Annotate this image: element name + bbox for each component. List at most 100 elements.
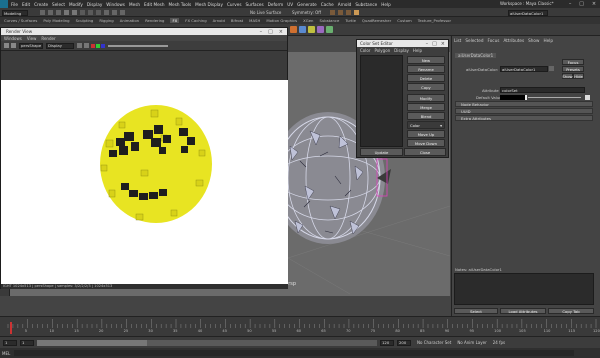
shelf-tab[interactable]: FX Caching <box>185 18 206 23</box>
menu-uv[interactable]: UV <box>287 2 293 7</box>
playback-start-field[interactable]: 1 <box>20 339 34 346</box>
redo-icon[interactable] <box>72 10 77 15</box>
render-icon[interactable] <box>330 10 335 15</box>
save-scene-icon[interactable] <box>56 10 61 15</box>
move-down-button[interactable]: Move Down <box>407 139 445 147</box>
range-handle[interactable] <box>37 339 147 346</box>
menu-windows[interactable]: Windows <box>106 2 125 7</box>
blend-button[interactable]: Blend <box>407 112 445 120</box>
ipr-icon[interactable] <box>11 43 16 48</box>
ae-menu-attributes[interactable]: Attributes <box>503 38 524 46</box>
ae-menu-help[interactable]: Help <box>543 38 553 46</box>
green-channel-icon[interactable] <box>96 43 100 48</box>
undo-icon[interactable] <box>64 10 69 15</box>
camera-selector[interactable]: persShape <box>19 42 43 49</box>
keep-image-icon[interactable] <box>84 43 89 48</box>
menu-cache[interactable]: Cache <box>321 2 334 7</box>
render-settings-icon[interactable] <box>346 10 351 15</box>
red-channel-icon[interactable] <box>91 43 95 48</box>
live-surface-label[interactable]: No Live Surface <box>250 10 281 15</box>
shelf-tab-active[interactable]: FX <box>170 18 180 23</box>
presets-button[interactable]: Presets <box>562 66 584 72</box>
section-uuid[interactable]: UUID <box>455 108 593 114</box>
render-image[interactable] <box>1 80 288 284</box>
maximize-icon[interactable]: □ <box>432 41 437 47</box>
node-name-input[interactable]: aiUserDataColor1 <box>500 66 548 72</box>
shelf-tab[interactable]: Arnold <box>213 18 225 23</box>
menu-mesh[interactable]: Mesh <box>129 2 140 7</box>
shelf-tab[interactable]: Turtle <box>345 18 356 23</box>
new-button[interactable]: New <box>407 56 445 64</box>
node-type-icon[interactable] <box>549 66 554 71</box>
mel-label[interactable]: MEL <box>2 351 10 356</box>
update-button[interactable]: Update <box>360 148 403 156</box>
fx-nhair-icon[interactable] <box>326 26 333 33</box>
slider-handle[interactable] <box>525 95 527 100</box>
color-type-dropdown[interactable]: Color ▾ <box>407 121 445 129</box>
minimize-icon[interactable]: – <box>426 41 429 47</box>
minimize-icon[interactable]: – <box>260 29 263 35</box>
fx-fluid-icon[interactable] <box>299 26 306 33</box>
new-scene-icon[interactable] <box>40 10 45 15</box>
select-hierarchy-icon[interactable] <box>80 10 85 15</box>
menu-view[interactable]: View <box>27 36 37 41</box>
close-button[interactable]: Close <box>404 148 446 156</box>
focus-button[interactable]: Focus <box>562 59 584 65</box>
snap-curve-icon[interactable] <box>112 10 117 15</box>
minimize-icon[interactable]: – <box>569 1 572 7</box>
load-attributes-button[interactable]: Load Attributes <box>500 308 546 314</box>
delete-button[interactable]: Delete <box>407 74 445 82</box>
show-button[interactable]: Show <box>562 73 573 79</box>
shelf-tab[interactable]: Rendering <box>145 18 164 23</box>
menu-mesh-tools[interactable]: Mesh Tools <box>169 2 192 7</box>
hide-button[interactable]: Hide <box>573 73 584 79</box>
notes-textarea[interactable] <box>454 273 594 305</box>
ae-menu-show[interactable]: Show <box>528 38 539 46</box>
blue-channel-icon[interactable] <box>101 43 105 48</box>
menu-display[interactable]: Display <box>87 2 102 7</box>
shelf-tab[interactable]: Custom <box>397 18 412 23</box>
range-end-field[interactable]: 120 <box>380 339 394 346</box>
menu-help[interactable]: Help <box>413 48 422 53</box>
menu-modify[interactable]: Modify <box>69 2 83 7</box>
menu-render[interactable]: Render <box>41 36 55 41</box>
color-set-editor-titlebar[interactable]: Color Set Editor – □ × <box>357 40 448 47</box>
shelf-tab[interactable]: Animation <box>120 18 139 23</box>
shelf-tab[interactable]: Motion Graphics <box>266 18 297 23</box>
section-extra-attributes[interactable]: Extra Attributes <box>455 115 593 121</box>
render-icon[interactable] <box>4 43 9 48</box>
shelf-tab[interactable]: Poly Modeling <box>43 18 69 23</box>
attribute-input[interactable]: colorSet <box>500 87 585 93</box>
maximize-icon[interactable]: □ <box>579 1 584 7</box>
anim-end-field[interactable]: 200 <box>397 339 411 346</box>
shelf-tab[interactable]: Rigging <box>99 18 113 23</box>
ae-menu-selected[interactable]: Selected <box>465 38 483 46</box>
menu-arnold[interactable]: Arnold <box>338 2 352 7</box>
workspace-selector[interactable]: Workspace : Maya Classic* <box>500 1 554 6</box>
close-icon[interactable]: × <box>441 41 445 47</box>
select-component-icon[interactable] <box>96 10 101 15</box>
menu-polygon[interactable]: Polygon <box>374 48 390 53</box>
character-set-selector[interactable]: No Character Set <box>417 340 451 345</box>
close-icon[interactable]: × <box>592 1 596 7</box>
menu-substance[interactable]: Substance <box>355 2 377 7</box>
menu-mesh-display[interactable]: Mesh Display <box>195 2 223 7</box>
shelf-tab[interactable]: Bifrost <box>231 18 243 23</box>
render-view-titlebar[interactable]: Render View – □ × <box>1 28 287 35</box>
ae-menu-focus[interactable]: Focus <box>487 38 499 46</box>
menu-surfaces[interactable]: Surfaces <box>246 2 264 7</box>
fx-particle-icon[interactable] <box>290 26 297 33</box>
color-set-list[interactable] <box>360 55 403 147</box>
menu-help[interactable]: Help <box>381 2 391 7</box>
menu-edit[interactable]: Edit <box>22 2 30 7</box>
rename-button[interactable]: Rename <box>407 65 445 73</box>
shelf-tab[interactable]: Curves / Surfaces <box>4 18 37 23</box>
default-color-swatch[interactable] <box>500 95 526 100</box>
maximize-icon[interactable]: □ <box>268 29 273 35</box>
mel-input[interactable] <box>14 350 575 356</box>
close-icon[interactable]: × <box>279 29 283 35</box>
snapshot-icon[interactable] <box>77 43 82 48</box>
symmetry-label[interactable]: Symmetry: Off <box>292 10 321 15</box>
menu-edit-mesh[interactable]: Edit Mesh <box>144 2 164 7</box>
select-button[interactable]: Select <box>454 308 498 314</box>
